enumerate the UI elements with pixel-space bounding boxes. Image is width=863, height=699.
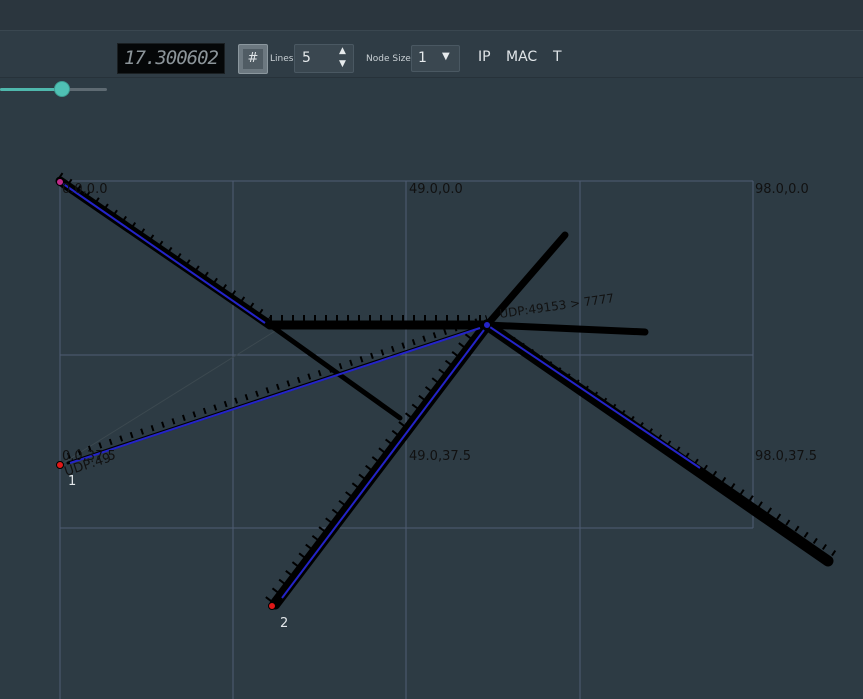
mac-toggle-button[interactable]: MAC (506, 49, 537, 65)
axis-label-top-right: 98.0,0.0 (755, 182, 809, 197)
axis-label-mid: 49.0,37.5 (409, 449, 472, 464)
node-size-select[interactable]: 1 ▼ (411, 45, 460, 72)
spin-up-icon[interactable]: ▲ (339, 46, 346, 56)
node-2[interactable] (268, 602, 276, 610)
node-size-value: 1 (418, 50, 427, 66)
lines-value: 5 (302, 50, 311, 66)
packet-streams (55, 176, 834, 610)
axis-label-origin: 0.0,0.0 (62, 182, 108, 197)
t-toggle-button[interactable]: T (553, 49, 562, 65)
lines-spinbox[interactable]: 5 ▲ ▼ (294, 44, 354, 73)
chevron-down-icon: ▼ (442, 51, 450, 62)
node-size-label: Node Size (366, 54, 411, 64)
lines-label: Lines (270, 54, 294, 64)
packet-arrows (58, 172, 837, 603)
axis-label-mid-right: 98.0,37.5 (755, 449, 818, 464)
simulation-time-display: 17.300602 (117, 43, 225, 74)
node-router[interactable] (483, 321, 491, 329)
topology-canvas[interactable]: UDP:49153 > 7777 UDP:49 0.0,0.0 49.0,0.0… (0, 78, 863, 699)
ip-toggle-button[interactable]: IP (478, 49, 491, 65)
topology-svg: UDP:49153 > 7777 UDP:49 (55, 172, 837, 699)
spin-down-icon[interactable]: ▼ (339, 59, 346, 69)
axis-label-top-mid: 49.0,0.0 (409, 182, 463, 197)
node-2-label: 2 (280, 616, 289, 631)
node-1-label: 1 (68, 474, 77, 489)
title-bar (0, 0, 863, 31)
grid-hash-icon: # (243, 49, 263, 69)
toggle-grid-button[interactable]: # (238, 44, 268, 74)
axis-label-mid-left: 0.0,37.5 (62, 449, 116, 464)
